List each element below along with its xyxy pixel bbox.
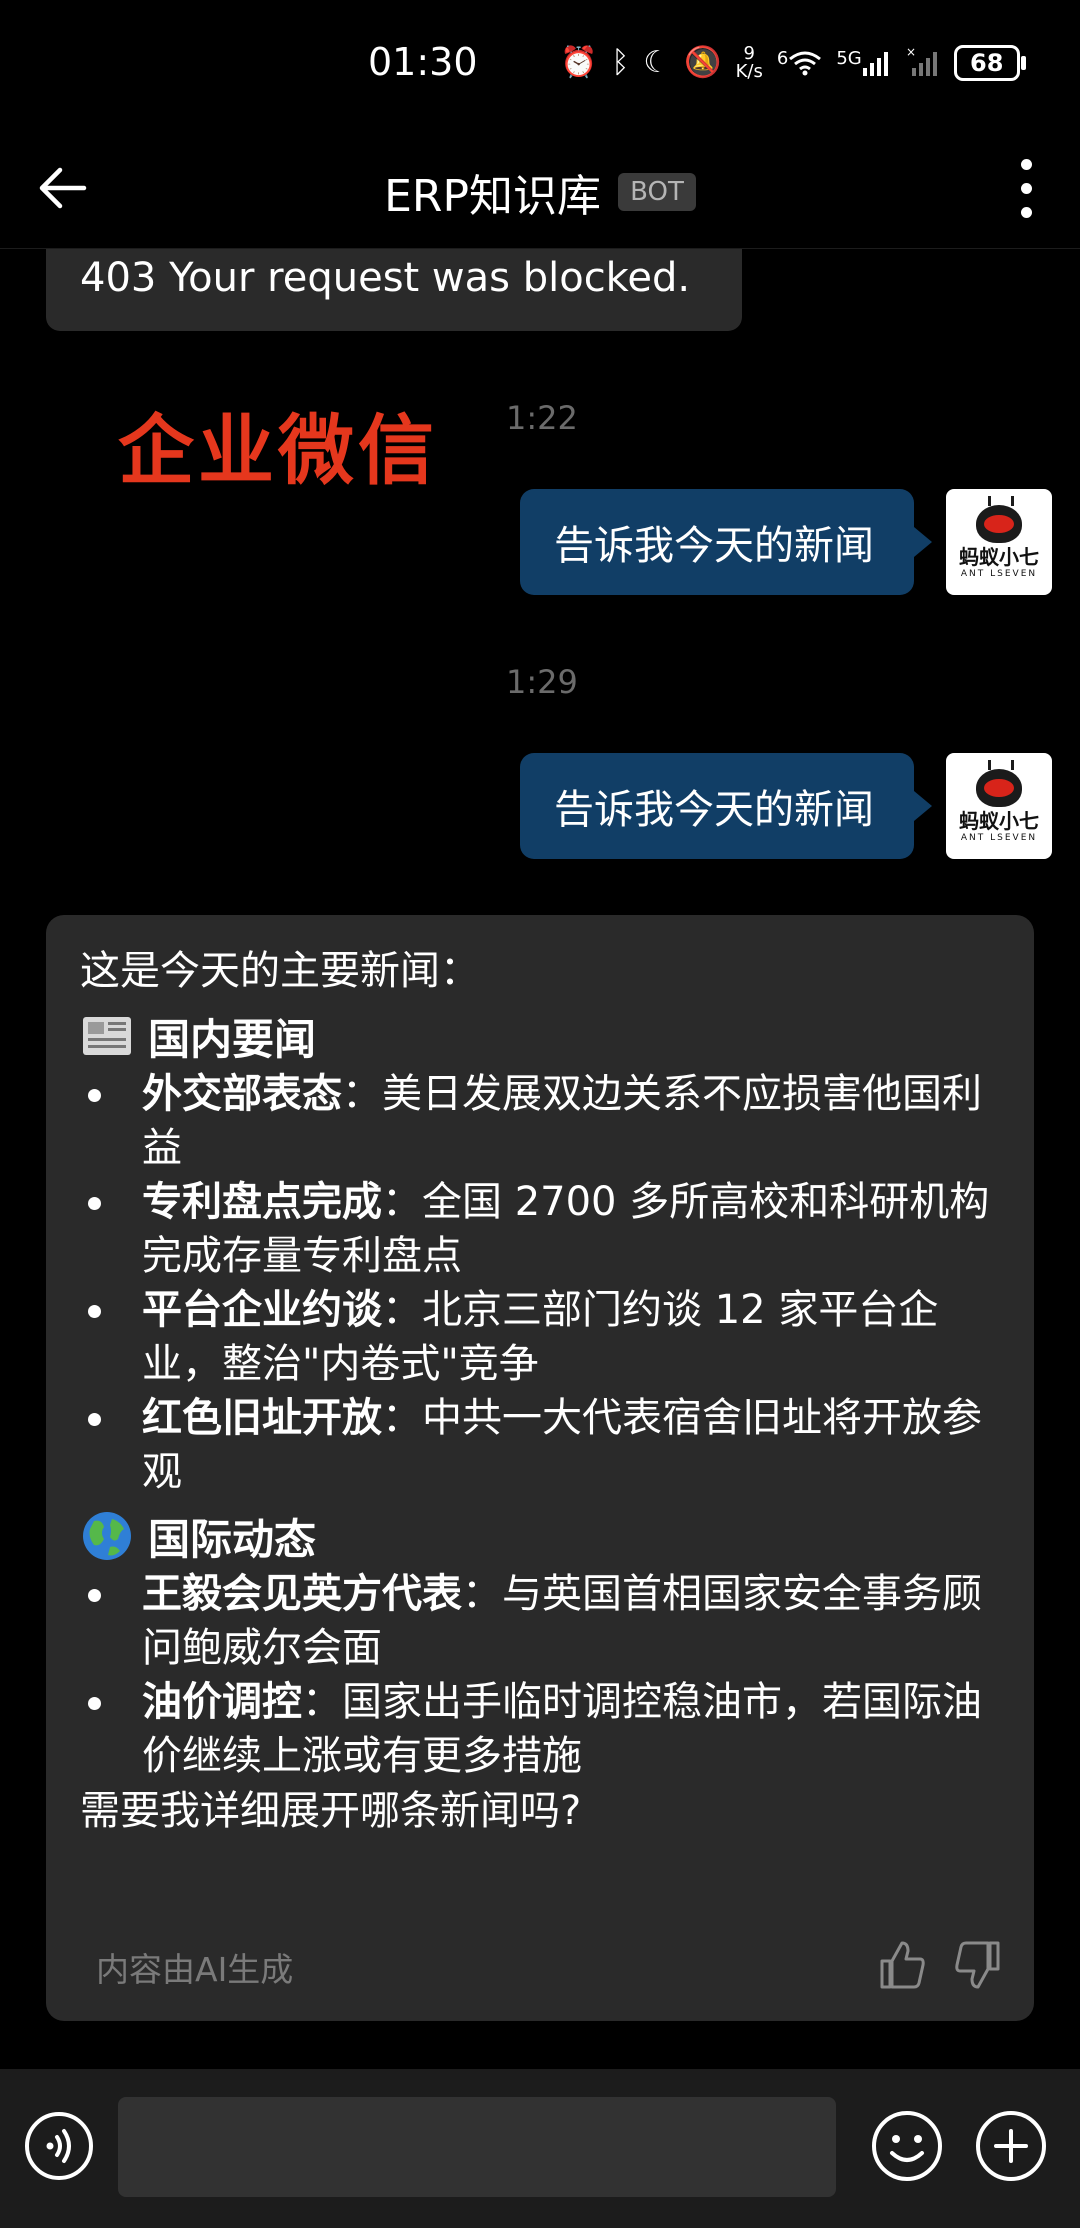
input-bar xyxy=(0,2069,1080,2228)
bot-error-bubble: 403 Your request was blocked. xyxy=(46,249,742,331)
chat-header: ERP知识库 BOT xyxy=(0,130,1080,249)
list-item: 油价调控：国家出手临时调控稳油市，若国际油价继续上涨或有更多措施 xyxy=(80,1675,1000,1783)
user-message-row: 告诉我今天的新闻 蚂蚁小七 ANT LSEVEN xyxy=(520,753,1052,859)
reply-footer: 内容由AI生成 xyxy=(46,1921,1034,2021)
user-avatar[interactable]: 蚂蚁小七 ANT LSEVEN xyxy=(946,753,1052,859)
ai-generated-note: 内容由AI生成 xyxy=(96,1950,294,1989)
header-title-group: ERP知识库 BOT xyxy=(0,160,1080,224)
list-item: 红色旧址开放：中共一大代表宿舍旧址将开放参观 xyxy=(80,1391,1000,1499)
wecom-watermark: 企业微信 xyxy=(118,406,438,495)
thumbs-down-icon[interactable] xyxy=(954,1939,1002,1991)
status-bar: 01:30 ⏰ ᛒ ☾ 🔕 9 K/s 6 5G × 68 xyxy=(0,0,1080,130)
thumbs-up-icon[interactable] xyxy=(878,1939,926,1991)
chat-area[interactable]: 403 Your request was blocked. 企业微信 1:22 … xyxy=(0,249,1080,2069)
message-timestamp: 1:22 xyxy=(506,399,578,437)
voice-icon[interactable] xyxy=(24,2111,94,2181)
status-icons: ⏰ ᛒ ☾ 🔕 9 K/s 6 5G × 68 xyxy=(560,38,1026,88)
more-dot xyxy=(1020,158,1032,170)
globe-icon xyxy=(83,1512,131,1560)
signal-nosim-icon: × xyxy=(906,45,940,80)
list-item: 专利盘点完成：全国 2700 多所高校和科研机构完成存量专利盘点 xyxy=(80,1175,1000,1283)
list-item: 王毅会见英方代表：与英国首相国家安全事务顾问鲍威尔会面 xyxy=(80,1567,1000,1675)
domestic-news-list: 外交部表态：美日发展双边关系不应损害他国利益 专利盘点完成：全国 2700 多所… xyxy=(80,1067,1000,1499)
chat-title: ERP知识库 xyxy=(384,171,602,222)
emoji-icon[interactable] xyxy=(870,2109,944,2183)
list-item: 平台企业约谈：北京三部门约谈 12 家平台企业，整治"内卷式"竞争 xyxy=(80,1283,1000,1391)
bot-badge: BOT xyxy=(618,173,696,211)
reply-outro: 需要我详细展开哪条新闻吗? xyxy=(80,1788,582,1834)
alarm-icon: ⏰ xyxy=(560,45,598,80)
do-not-disturb-icon: ☾ xyxy=(643,45,671,80)
message-input[interactable] xyxy=(118,2097,836,2197)
error-message-text: 403 Your request was blocked. xyxy=(80,255,691,301)
signal-5g-icon: 5G xyxy=(836,50,891,76)
svg-text:×: × xyxy=(906,46,916,59)
section-heading-domestic: 国内要闻 xyxy=(80,1005,1000,1067)
newspaper-icon xyxy=(83,1017,131,1055)
plus-icon[interactable] xyxy=(974,2109,1048,2183)
more-dot xyxy=(1020,182,1032,194)
battery-indicator: 68 xyxy=(953,45,1026,81)
wifi-icon: 6 xyxy=(777,50,822,76)
list-item: 外交部表态：美日发展双边关系不应损害他国利益 xyxy=(80,1067,1000,1175)
more-options-button[interactable] xyxy=(1004,152,1048,224)
bot-reply-card[interactable]: 这是今天的主要新闻： 国内要闻 外交部表态：美日发展双边关系不应损害他国利益 专… xyxy=(46,915,1034,2021)
network-speed: 9 K/s xyxy=(735,43,763,82)
ant-logo-icon xyxy=(976,759,1022,807)
message-timestamp: 1:29 xyxy=(506,663,578,701)
status-time: 01:30 xyxy=(368,40,478,84)
user-message-text: 告诉我今天的新闻 xyxy=(554,787,874,833)
ant-logo-icon xyxy=(976,495,1022,543)
international-news-list: 王毅会见英方代表：与英国首相国家安全事务顾问鲍威尔会面 油价调控：国家出手临时调… xyxy=(80,1567,1000,1783)
mute-bell-icon: 🔕 xyxy=(684,45,722,80)
section-heading-international: 国际动态 xyxy=(80,1505,1000,1567)
user-avatar[interactable]: 蚂蚁小七 ANT LSEVEN xyxy=(946,489,1052,595)
bluetooth-icon: ᛒ xyxy=(611,45,630,80)
user-message-text: 告诉我今天的新闻 xyxy=(554,523,874,569)
user-message-bubble[interactable]: 告诉我今天的新闻 xyxy=(520,753,932,859)
reply-intro: 这是今天的主要新闻： xyxy=(80,948,480,994)
more-dot xyxy=(1020,206,1032,218)
user-message-row: 告诉我今天的新闻 蚂蚁小七 ANT LSEVEN xyxy=(520,489,1052,595)
user-message-bubble[interactable]: 告诉我今天的新闻 xyxy=(520,489,932,595)
